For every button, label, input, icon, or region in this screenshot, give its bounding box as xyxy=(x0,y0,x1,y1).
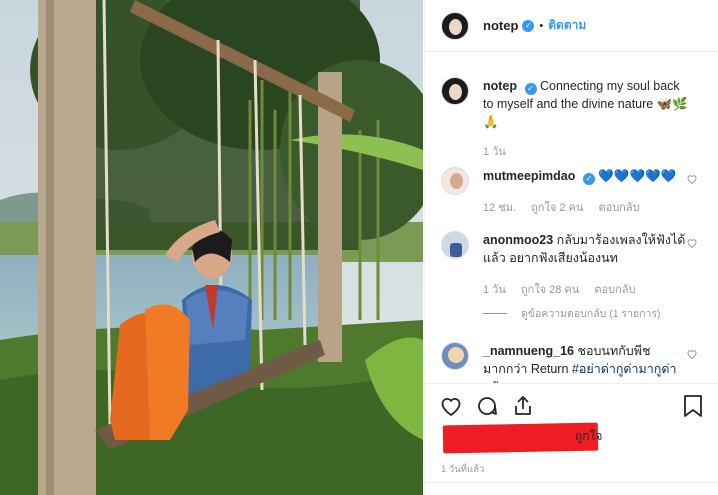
comments-list[interactable]: notep ✓ Connecting my soul back to mysel… xyxy=(425,53,718,383)
comment-icon[interactable] xyxy=(475,394,499,418)
like-comment-heart-icon[interactable] xyxy=(686,173,698,185)
likes-count-label[interactable]: ถูกใจ xyxy=(575,427,602,446)
post-header: notep ✓ • ติดตาม xyxy=(425,0,718,52)
list-item: _namnueng_16 ชอบนทกับพีชมากกว่า Return #… xyxy=(441,342,702,383)
share-icon[interactable] xyxy=(511,394,535,418)
reply-button[interactable]: ตอบกลับ xyxy=(594,284,635,296)
author-avatar[interactable] xyxy=(441,11,469,40)
heart-icon[interactable] xyxy=(439,394,463,418)
caption: notep ✓ Connecting my soul back to mysel… xyxy=(441,77,702,161)
comment-username[interactable]: _namnueng_16 xyxy=(483,344,574,358)
verified-badge-icon: ✓ xyxy=(522,19,535,32)
post-sidebar: notep ✓ • ติดตาม notep ✓ Connecting my s… xyxy=(424,0,718,495)
add-comment-divider xyxy=(425,482,718,483)
divider xyxy=(483,313,507,314)
caption-time[interactable]: 1 วัน xyxy=(483,146,506,158)
view-replies-label: ดูข้อความตอบกลับ (1 รายการ) xyxy=(521,308,661,320)
comment-username[interactable]: anonmoo23 xyxy=(483,233,553,247)
caption-username[interactable]: notep xyxy=(483,79,517,93)
bookmark-icon[interactable] xyxy=(682,394,704,418)
author-username[interactable]: notep xyxy=(483,18,518,33)
action-bar xyxy=(425,383,718,427)
commenter-avatar[interactable] xyxy=(441,231,469,259)
comment-username[interactable]: mutmeepimdao xyxy=(483,169,575,183)
caption-avatar[interactable] xyxy=(441,77,469,105)
post-timestamp[interactable]: 1 วันที่แล้ว xyxy=(441,462,484,477)
list-item: anonmoo23 กลับมาร้องเพลงให้ฟังได้แล้ว อย… xyxy=(441,231,702,299)
follow-button[interactable]: ติดตาม xyxy=(548,16,586,35)
separator-dot: • xyxy=(539,19,544,32)
photo-illustration xyxy=(0,0,423,495)
verified-badge-icon: ✓ xyxy=(524,83,537,95)
comment-likes[interactable]: ถูกใจ 2 คน xyxy=(531,202,583,214)
like-comment-heart-icon[interactable] xyxy=(686,348,698,360)
comment-text: 💙💙💙💙💙 xyxy=(598,169,677,183)
comment-likes[interactable]: ถูกใจ 28 คน xyxy=(521,284,579,296)
comment-time[interactable]: 12 ชม. xyxy=(483,202,516,214)
like-comment-heart-icon[interactable] xyxy=(686,237,698,249)
comment-time[interactable]: 1 วัน xyxy=(483,284,506,296)
commenter-avatar[interactable] xyxy=(441,342,469,370)
post-photo[interactable] xyxy=(0,0,423,495)
verified-badge-icon: ✓ xyxy=(582,173,595,185)
commenter-avatar[interactable] xyxy=(441,167,469,195)
reply-button[interactable]: ตอบกลับ xyxy=(598,202,639,214)
view-replies-button[interactable]: ดูข้อความตอบกลับ (1 รายการ) xyxy=(483,305,702,322)
list-item: mutmeepimdao ✓ 💙💙💙💙💙 12 ชม. ถูกใจ 2 คน ต… xyxy=(441,167,702,217)
